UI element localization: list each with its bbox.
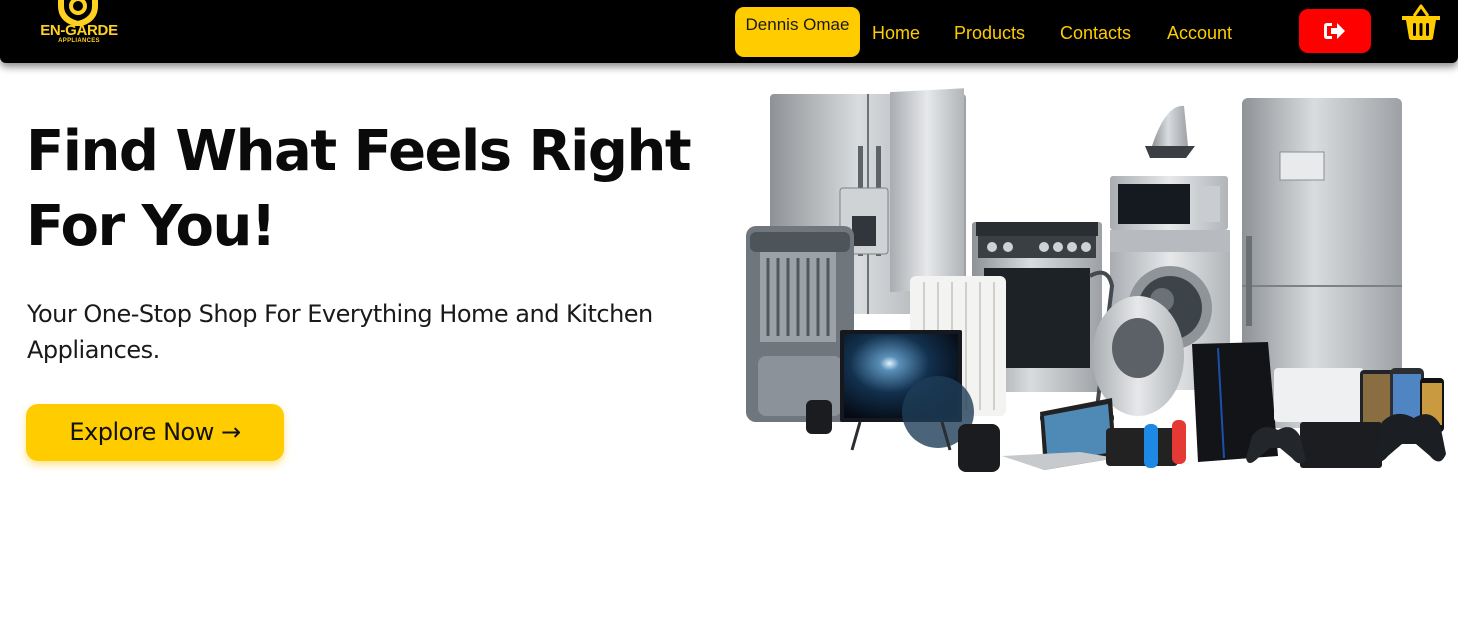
hero-title: Find What Feels Right For You! (26, 119, 692, 259)
user-name-badge[interactable]: Dennis Omae (735, 7, 860, 57)
smart-speaker-large (958, 424, 1000, 472)
logout-button[interactable] (1299, 9, 1371, 53)
explore-now-button[interactable]: Explore Now → (26, 404, 284, 461)
nav-link-products[interactable]: Products (954, 23, 1025, 44)
nav-link-contacts[interactable]: Contacts (1060, 23, 1131, 44)
nav-link-account[interactable]: Account (1167, 23, 1232, 44)
brand-tagline: APPLIANCES (58, 38, 100, 44)
brand-logo[interactable]: EN-GARDE APPLIANCES (30, 0, 122, 52)
hero-subtitle: Your One-Stop Shop For Everything Home a… (27, 300, 653, 364)
television (840, 330, 974, 451)
nav-link-home[interactable]: Home (872, 23, 920, 44)
brand-name: EN-GARDE (40, 22, 118, 39)
shopping-basket-icon[interactable] (1400, 3, 1442, 41)
microwave (1110, 176, 1228, 230)
navbar: EN-GARDE APPLIANCES Dennis Omae Home Pro… (0, 0, 1458, 63)
iron (1145, 105, 1195, 158)
appliances-hero-image (746, 88, 1446, 472)
sign-out-icon (1324, 23, 1345, 39)
air-cooler (746, 226, 854, 422)
handheld-console (1106, 420, 1186, 468)
air-conditioner (1274, 368, 1364, 422)
smart-speaker (806, 400, 832, 434)
laptop (1002, 398, 1116, 470)
